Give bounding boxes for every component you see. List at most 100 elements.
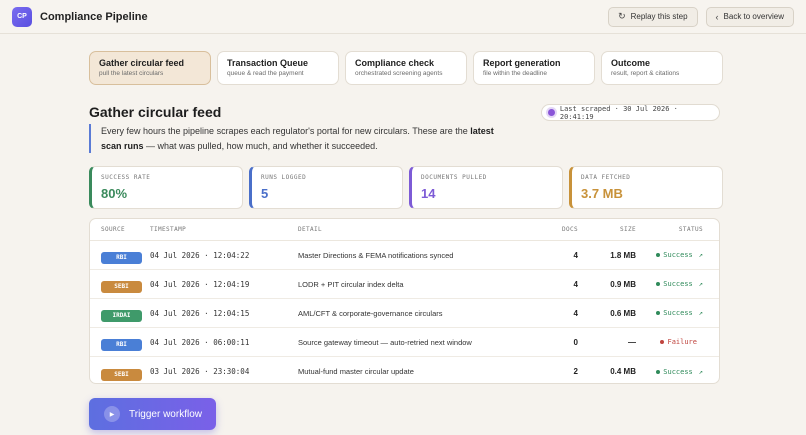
timestamp-cell: 04 Jul 2026 · 12:04:19 bbox=[150, 279, 250, 289]
stat-value: 5 bbox=[261, 186, 269, 201]
status-cell: Success ↗ bbox=[636, 251, 714, 259]
stat-card: DOCUMENTS PULLED 14 bbox=[409, 166, 563, 209]
stat-label: DOCUMENTS PULLED bbox=[421, 174, 487, 181]
status-indicator[interactable]: Success ↗ bbox=[656, 368, 703, 376]
step-subtitle: orchestrated screening agents bbox=[355, 70, 443, 77]
source-badge: RBI bbox=[101, 339, 142, 351]
status-cell: Success ↗ bbox=[636, 309, 714, 317]
detail-cell: Mutual-fund master circular update bbox=[298, 367, 414, 376]
timestamp-cell: 04 Jul 2026 · 06:00:11 bbox=[150, 337, 250, 347]
stat-card: RUNS LOGGED 5 bbox=[249, 166, 403, 209]
last-scraped-text: Last scraped · 30 Jul 2026 · 20:41:19 bbox=[559, 104, 678, 121]
external-link-icon: ↗ bbox=[698, 367, 703, 376]
status-dot-icon bbox=[656, 253, 661, 257]
stat-label: RUNS LOGGED bbox=[261, 174, 307, 181]
column-header-size: SIZE bbox=[619, 226, 636, 233]
external-link-icon: ↗ bbox=[698, 280, 703, 288]
step-subtitle: queue & read the payment bbox=[227, 70, 304, 77]
source-badge: SEBI bbox=[101, 368, 142, 381]
docs-cell: 0 bbox=[573, 337, 578, 347]
step-report-generation[interactable]: Report generation file within the deadli… bbox=[473, 51, 595, 85]
table-row[interactable]: RBI 04 Jul 2026 · 12:04:22 Master Directio… bbox=[90, 241, 719, 270]
step-gather-circular-feed[interactable]: Gather circular feed pull the latest cir… bbox=[89, 51, 211, 85]
step-subtitle: result, report & citations bbox=[611, 70, 680, 77]
step-title: Outcome bbox=[611, 58, 651, 68]
docs-cell: 2 bbox=[573, 367, 578, 376]
status-dot-icon bbox=[656, 369, 661, 374]
status-indicator[interactable]: Failure bbox=[660, 338, 703, 346]
app-title: Compliance Pipeline bbox=[40, 10, 148, 23]
size-cell: 1.8 MB bbox=[610, 250, 636, 260]
column-header-timestamp: TIMESTAMP bbox=[150, 226, 187, 233]
status-text: Failure bbox=[667, 338, 697, 346]
chevron-left-icon: ‹ bbox=[715, 11, 719, 22]
section-description: Every few hours the pipeline scrapes eac… bbox=[89, 124, 509, 153]
docs-cell: 4 bbox=[573, 250, 578, 260]
app-logo: CP bbox=[12, 6, 32, 27]
table-row[interactable]: SEBI 04 Jul 2026 · 12:04:19 LODR + PIT cir… bbox=[90, 270, 719, 299]
source-cell: SEBI bbox=[90, 275, 150, 293]
stat-label: DATA FETCHED bbox=[581, 174, 631, 181]
table-header: SOURCE TIMESTAMP DETAIL DOCS SIZE STATUS bbox=[90, 219, 719, 241]
detail-cell: Master Directions & FEMA notifications s… bbox=[298, 250, 454, 260]
step-title: Gather circular feed bbox=[99, 58, 185, 68]
column-header-detail: DETAIL bbox=[298, 226, 323, 233]
timestamp-cell: 03 Jul 2026 · 23:30:04 bbox=[150, 367, 250, 376]
status-indicator[interactable]: Success ↗ bbox=[656, 309, 703, 317]
size-cell: 0.6 MB bbox=[610, 308, 636, 318]
column-header-status: STATUS bbox=[678, 226, 703, 233]
replay-icon: ↻ bbox=[618, 11, 626, 21]
detail-cell: LODR + PIT circular index delta bbox=[298, 279, 404, 289]
stats-row: SUCCESS RATE 80% RUNS LOGGED 5 DOCUMENTS… bbox=[89, 166, 723, 209]
status-cell: Success ↗ bbox=[636, 368, 714, 376]
detail-cell: AML/CFT & corporate-governance circulars bbox=[298, 308, 443, 318]
table-row[interactable]: IRDAI 04 Jul 2026 · 12:04:15 AML/CFT & cor… bbox=[90, 299, 719, 328]
stat-card: DATA FETCHED 3.7 MB bbox=[569, 166, 723, 209]
status-indicator[interactable]: Success ↗ bbox=[656, 251, 703, 259]
table-row[interactable]: RBI 04 Jul 2026 · 06:00:11 Source gateway … bbox=[90, 328, 719, 357]
column-header-source: SOURCE bbox=[101, 226, 126, 233]
top-actions: ↻ Replay this step ‹ Back to overview bbox=[608, 6, 794, 27]
pipeline-steps: Gather circular feed pull the latest cir… bbox=[89, 51, 723, 85]
status-cell: Failure bbox=[636, 338, 714, 346]
replay-step-label: Replay this step bbox=[630, 12, 688, 21]
step-title: Report generation bbox=[483, 58, 561, 68]
status-text: Success bbox=[663, 280, 693, 288]
step-outcome[interactable]: Outcome result, report & citations bbox=[601, 51, 723, 85]
step-subtitle: file within the deadline bbox=[483, 70, 547, 77]
section-title: Gather circular feed bbox=[89, 104, 222, 120]
step-title: Compliance check bbox=[355, 58, 435, 68]
stat-value: 80% bbox=[101, 186, 128, 201]
step-transaction-queue[interactable]: Transaction Queue queue & read the payme… bbox=[217, 51, 339, 85]
back-to-overview-button[interactable]: ‹ Back to overview bbox=[705, 6, 794, 27]
stat-card: SUCCESS RATE 80% bbox=[89, 166, 243, 209]
trigger-workflow-label: Trigger workflow bbox=[129, 408, 202, 420]
status-dot-icon bbox=[660, 340, 665, 344]
status-text: Success bbox=[663, 367, 693, 376]
detail-cell: Source gateway timeout — auto-retried ne… bbox=[298, 337, 472, 347]
source-badge: RBI bbox=[101, 252, 142, 264]
status-dot-icon bbox=[656, 282, 661, 286]
status-dot-icon bbox=[656, 311, 661, 315]
timestamp-cell: 04 Jul 2026 · 12:04:22 bbox=[150, 250, 250, 260]
description-text: — what was pulled, how much, and whether… bbox=[143, 140, 378, 151]
status-cell: Success ↗ bbox=[636, 280, 714, 288]
source-cell: IRDAI bbox=[90, 304, 150, 322]
table-row[interactable]: SEBI 03 Jul 2026 · 23:30:04 Mutual-fund ma… bbox=[90, 357, 719, 383]
status-text: Success bbox=[663, 309, 693, 317]
external-link-icon: ↗ bbox=[698, 251, 703, 259]
step-compliance-check[interactable]: Compliance check orchestrated screening … bbox=[345, 51, 467, 85]
replay-step-button[interactable]: ↻ Replay this step bbox=[608, 6, 698, 27]
source-badge: IRDAI bbox=[101, 310, 142, 322]
stat-value: 3.7 MB bbox=[581, 186, 623, 201]
trigger-workflow-button[interactable]: ▶ Trigger workflow bbox=[89, 398, 216, 430]
size-cell: 0.4 MB bbox=[610, 367, 636, 376]
source-badge: SEBI bbox=[101, 281, 142, 293]
table-body: RBI 04 Jul 2026 · 12:04:22 Master Directio… bbox=[90, 241, 719, 383]
last-scraped-badge: Last scraped · 30 Jul 2026 · 20:41:19 bbox=[541, 104, 720, 121]
stat-label: SUCCESS RATE bbox=[101, 174, 151, 181]
live-dot-icon bbox=[548, 109, 555, 116]
step-subtitle: pull the latest circulars bbox=[99, 70, 164, 77]
status-indicator[interactable]: Success ↗ bbox=[656, 280, 703, 288]
timestamp-cell: 04 Jul 2026 · 12:04:15 bbox=[150, 308, 250, 318]
